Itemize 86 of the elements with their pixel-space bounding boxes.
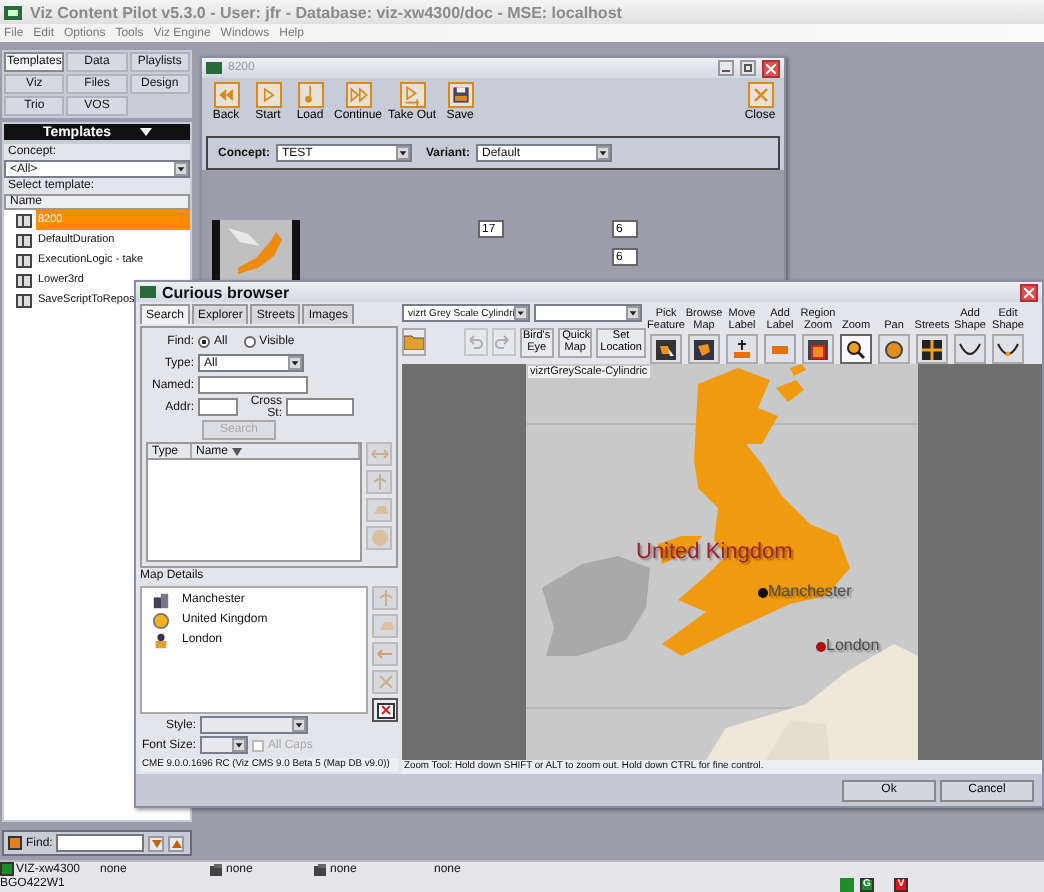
status-led-icon [0,862,14,877]
rewind-icon [213,82,239,108]
load-icon [297,82,323,108]
remove-icon [375,672,395,692]
dropdown-arrow-icon [596,146,611,160]
close-button[interactable] [1020,283,1038,301]
figure-icon [152,631,170,649]
dropdown-arrow-icon [396,146,410,160]
region-icon [375,616,395,636]
move-label-icon [730,337,754,361]
close-icon [766,63,776,73]
left-arrow-icon [375,644,395,664]
close-icon [1024,287,1034,297]
template-icon [16,293,32,307]
minimize-button[interactable] [718,60,734,76]
find-icon [8,836,22,850]
app-logo-icon [4,5,22,19]
region-icon [369,500,389,520]
redo-icon [494,334,512,350]
buildings-icon [152,591,170,609]
app-title: Viz Content Pilot v5.3.0 - User: jfr - Database: viz-xw4300/doc - MSE: localhost [30,3,622,21]
double-play-icon [345,82,372,108]
find-previous-button[interactable] [168,835,185,851]
map-tool-button[interactable] [726,334,758,364]
style-dropdown[interactable] [200,716,308,734]
dropdown-arrow-icon [292,718,306,732]
map-tool-button[interactable] [840,334,872,364]
window-logo-icon [206,62,222,74]
play-icon [255,82,281,108]
maximize-icon [744,64,752,72]
map-tool-button[interactable] [916,334,948,364]
undo-icon [466,334,485,350]
font-size-dropdown[interactable] [200,736,248,754]
camera-icon [314,863,328,876]
hand-icon [882,337,906,361]
map-tool-button[interactable] [954,334,986,364]
side-tool-button[interactable] [372,698,398,722]
template-icon [16,233,32,247]
find-field[interactable] [56,834,145,852]
window-logo-icon [140,286,156,298]
close-icon [747,82,773,108]
map-tool-button[interactable] [688,334,720,364]
named-field[interactable] [198,376,308,394]
up-arrow-icon [171,839,182,847]
minimize-icon [722,64,730,72]
city-marker [816,642,826,652]
report-icon [375,700,395,720]
cross-street-field[interactable] [286,398,354,416]
globe-icon [369,528,389,548]
map-label[interactable]: London [826,636,880,654]
maximize-button[interactable] [740,60,756,76]
map-icon [692,337,716,361]
close-button[interactable] [762,59,780,77]
pointer-icon [654,337,678,361]
move-arrows-icon [369,444,389,464]
play-out-icon [399,82,426,108]
streets-icon [920,337,944,361]
down-arrow-icon [151,839,162,847]
dropdown-arrow-icon [232,738,246,752]
globe-icon [152,611,170,629]
map-tool-button[interactable] [802,334,834,364]
open-button[interactable] [402,328,426,356]
addr-field[interactable] [198,398,238,416]
caret-icon [139,128,152,136]
save-icon [447,82,474,108]
camera-icon [210,863,224,876]
pin-icon [375,588,395,608]
dropdown-arrow-icon [288,356,302,370]
pin-icon [369,472,389,492]
zoom-icon [844,337,868,361]
sort-icon [232,447,243,455]
region-icon [806,337,830,361]
radio-button[interactable] [198,335,210,347]
map-tool-button[interactable] [992,334,1024,364]
window-title: Curious browser [162,283,292,301]
map-tool-button[interactable] [650,334,682,364]
radio-button[interactable] [243,335,256,347]
city-marker [758,588,768,598]
template-icon [16,253,32,267]
map-dropdown[interactable] [534,304,642,322]
find-next-button[interactable] [148,835,165,851]
database-icon [840,877,854,892]
map-tool-button[interactable] [878,334,910,364]
template-icon [16,273,32,287]
dropdown-arrow-icon [174,162,188,176]
template-icon [16,213,32,227]
